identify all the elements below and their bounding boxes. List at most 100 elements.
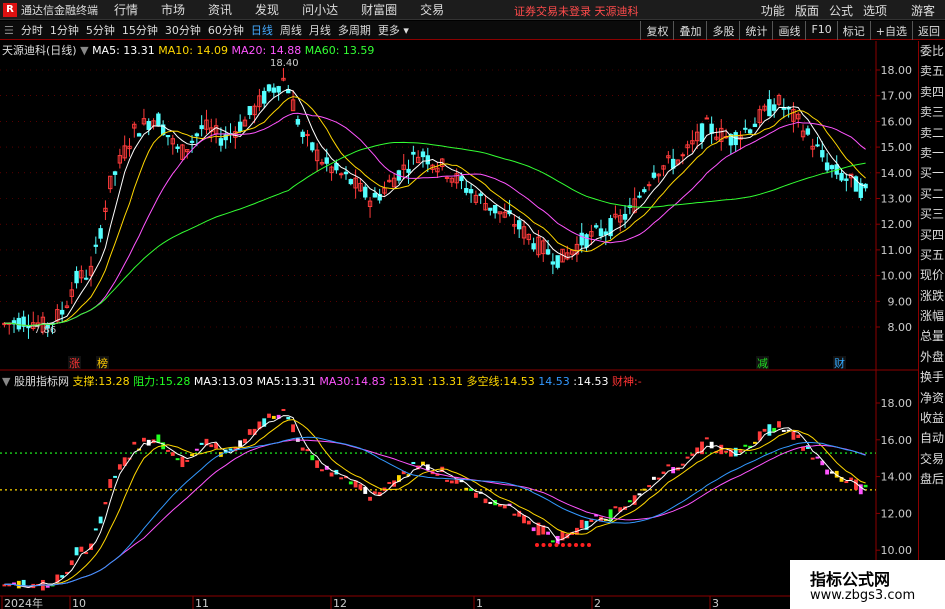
price-tick-label: 9.00 <box>888 295 913 308</box>
candle-body <box>642 189 647 193</box>
side-item[interactable]: 外盘 <box>919 347 945 367</box>
sub-price-tick-label: 14.00 <box>881 471 913 484</box>
ma5-label: MA5: 13.31 <box>92 44 155 57</box>
side-item[interactable]: 换手 <box>919 367 945 387</box>
ma60-label: MA60: 13.59 <box>304 44 375 57</box>
candle-body <box>699 123 705 142</box>
side-item[interactable]: 委比 <box>919 41 945 61</box>
indicator-bar <box>320 469 324 472</box>
side-item[interactable]: 卖三 <box>919 102 945 122</box>
indicator-bar <box>348 481 353 485</box>
candle-body <box>844 178 849 181</box>
indicator-bar <box>825 469 830 475</box>
side-item[interactable]: 净资 <box>919 388 945 408</box>
candle-body <box>112 171 118 175</box>
candle-body <box>603 231 608 235</box>
side-item[interactable]: 涨跌 <box>919 286 945 306</box>
side-item[interactable]: 买四 <box>919 225 945 245</box>
side-item[interactable]: 买二 <box>919 184 945 204</box>
ma30-label: MA30:14.83 <box>319 375 386 388</box>
indicator-bar <box>661 471 666 474</box>
indicator-bar <box>117 464 122 470</box>
candle-body <box>324 157 329 164</box>
candle-body <box>59 309 65 315</box>
side-item[interactable]: 卖五 <box>919 61 945 81</box>
candle-body <box>16 317 22 330</box>
side-item[interactable]: 自动 <box>919 428 945 448</box>
candle-body <box>194 133 200 137</box>
candle-body <box>824 162 830 171</box>
main-chart-info: 天源迪科(日线) ▼ MA5: 13.31 MA10: 14.09 MA20: … <box>2 42 374 58</box>
signal-dot <box>554 543 559 547</box>
indicator-bar <box>180 456 185 468</box>
candle-body <box>622 213 628 220</box>
side-item[interactable]: 总量 <box>919 326 945 346</box>
indicator-name: 股朋指标网 <box>13 375 69 388</box>
side-item[interactable]: 买一 <box>919 163 945 183</box>
side-item[interactable]: 买三 <box>919 204 945 224</box>
indicator-bar <box>271 415 276 419</box>
candle-body <box>839 172 844 181</box>
ma10-line <box>4 96 866 327</box>
price-tick-label: 11.00 <box>881 244 913 257</box>
candle-body <box>805 128 811 135</box>
candle-body <box>531 243 536 250</box>
candle-body <box>406 168 411 173</box>
sub-value-b: :13.31 <box>427 375 464 388</box>
side-item[interactable]: 收益 <box>919 408 945 428</box>
indicator-bar <box>526 520 531 525</box>
signal-dot <box>574 543 578 547</box>
candle-body <box>464 188 469 193</box>
chevron-down-icon[interactable]: ▼ <box>2 375 10 388</box>
x-axis-label: 3 <box>712 597 719 609</box>
candle-body <box>747 129 753 134</box>
indicator-bar <box>767 424 772 436</box>
indicator-bar <box>74 547 79 556</box>
indicator-bar <box>531 527 536 532</box>
indicator-bar <box>286 416 291 420</box>
side-item[interactable]: 盘后 <box>919 469 945 489</box>
indicator-bar <box>666 464 671 467</box>
watermark-banner: 指标公式网 www.zbgs3.com <box>790 560 945 609</box>
candle-body <box>338 173 344 176</box>
indicator-bar <box>680 463 685 466</box>
candle-body <box>189 140 195 143</box>
side-item[interactable]: 卖四 <box>919 82 945 102</box>
indicator-bar <box>762 428 767 432</box>
side-item[interactable]: 交易 <box>919 449 945 469</box>
kline-chart[interactable]: 18.0017.0016.0015.0014.0013.0012.0011.00… <box>0 0 945 609</box>
indicator-bar <box>810 457 815 460</box>
low-price-label: 7.86 <box>34 325 57 336</box>
side-item[interactable]: 卖一 <box>919 143 945 163</box>
indicator-bar <box>166 449 170 452</box>
indicator-bar <box>98 516 103 524</box>
indicator-bar <box>704 437 709 440</box>
candle-body <box>74 270 79 284</box>
indicator-bar <box>199 442 204 445</box>
indicator-bar <box>844 481 849 484</box>
indicator-bar <box>291 424 295 433</box>
indicator-bar <box>690 453 695 456</box>
candle-body <box>829 165 835 170</box>
candle-body <box>646 184 652 187</box>
candle-body <box>218 138 224 146</box>
indicator-bar <box>339 477 344 480</box>
side-item[interactable]: 买五 <box>919 245 945 265</box>
indicator-bar <box>310 455 315 461</box>
side-item[interactable]: 卖二 <box>919 123 945 143</box>
candle-body <box>425 155 430 165</box>
price-tick-label: 18.00 <box>881 64 913 77</box>
bull-bear-line <box>4 436 866 587</box>
side-item[interactable]: 涨幅 <box>919 306 945 326</box>
event-mark: 涨 <box>69 357 80 370</box>
price-tick-label: 17.00 <box>881 90 913 103</box>
candle-body <box>820 150 825 158</box>
indicator-bar <box>449 480 454 484</box>
candle-body <box>175 146 180 149</box>
indicator-bar <box>637 493 642 496</box>
x-axis-label: 1 <box>476 597 483 609</box>
candle-body <box>343 171 349 175</box>
chevron-down-icon[interactable]: ▼ <box>80 44 88 57</box>
side-item[interactable]: 现价 <box>919 265 945 285</box>
indicator-bar <box>753 441 757 444</box>
